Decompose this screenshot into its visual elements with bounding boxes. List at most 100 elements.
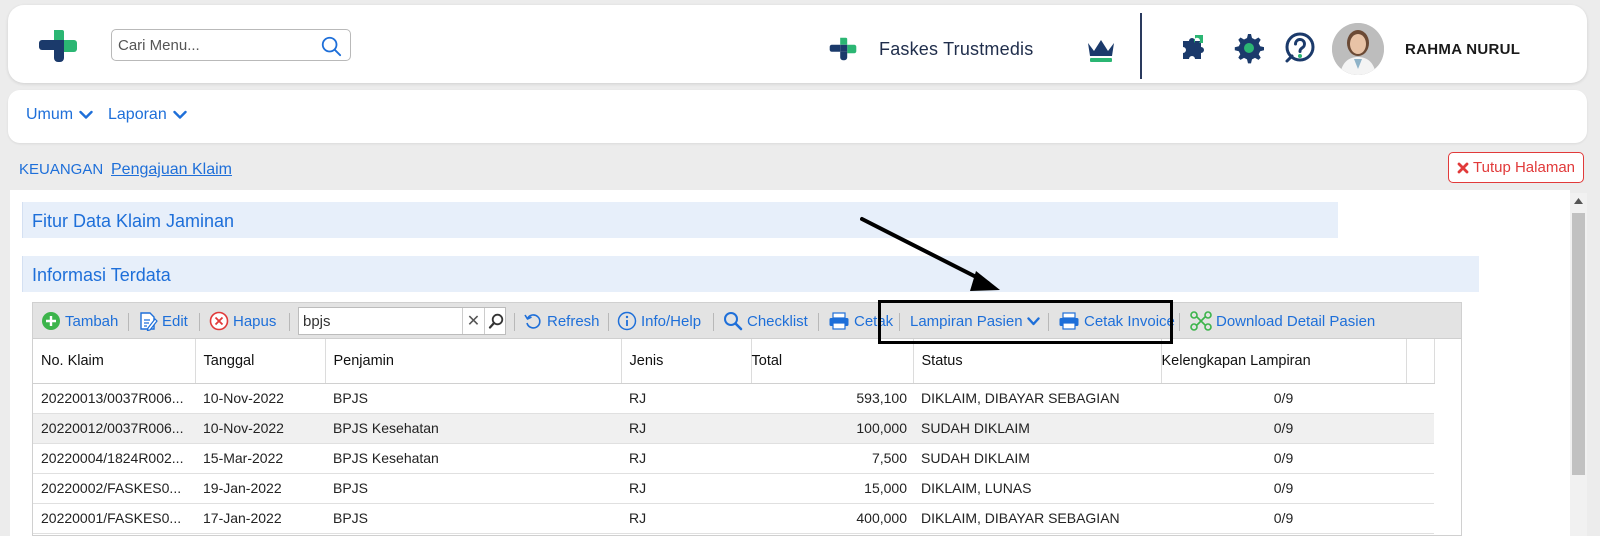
- puzzle-icon[interactable]: [1178, 33, 1208, 63]
- refresh-button-label: Refresh: [547, 312, 600, 330]
- cell-penjamin: BPJS: [325, 473, 621, 504]
- organization-name: Faskes Trustmedis: [879, 39, 1034, 59]
- table-row[interactable]: 20220001/FASKES0... 17-Jan-2022 BPJS RJ …: [33, 503, 1434, 534]
- cell-spacer: [1406, 473, 1434, 504]
- edit-button[interactable]: Edit: [138, 303, 188, 339]
- cell-tanggal: 17-Jan-2022: [195, 503, 325, 534]
- toolbar-separator: [514, 313, 515, 331]
- download-detail-button[interactable]: Download Detail Pasien: [1190, 303, 1375, 339]
- vertical-scrollbar[interactable]: [1570, 193, 1587, 536]
- feature-section-header[interactable]: Fitur Data Klaim Jaminan: [22, 202, 1338, 238]
- printer-icon: [829, 312, 849, 330]
- cell-penjamin: BPJS: [325, 503, 621, 534]
- add-circle-icon: [42, 312, 60, 330]
- crown-icon[interactable]: [1086, 37, 1116, 63]
- column-header-jenis[interactable]: Jenis: [621, 339, 752, 384]
- cell-total: 593,100: [751, 383, 913, 414]
- lampiran-pasien-dropdown[interactable]: Lampiran Pasien: [910, 303, 1040, 339]
- print-invoice-button-label: Cetak Invoice: [1084, 312, 1175, 330]
- toolbar-separator: [818, 313, 819, 331]
- cell-lampiran[interactable]: 0/9: [1161, 443, 1406, 474]
- cell-no-klaim: 20220004/1824R002...: [33, 443, 195, 474]
- cell-penjamin: BPJS Kesehatan: [325, 413, 621, 444]
- content-panel: Fitur Data Klaim Jaminan Informasi Terda…: [10, 190, 1570, 536]
- cell-no-klaim: 20220012/0037R006...: [33, 413, 195, 444]
- scroll-up-button[interactable]: [1570, 193, 1587, 209]
- info-icon: [617, 311, 637, 331]
- cell-no-klaim: 20220002/FASKES0...: [33, 473, 195, 504]
- cell-tanggal: 15-Mar-2022: [195, 443, 325, 474]
- cell-status: SUDAH DIKLAIM: [913, 413, 1161, 444]
- trustmedis-logo-icon[interactable]: [38, 28, 78, 64]
- checklist-button[interactable]: Checklist: [723, 303, 808, 339]
- table-row[interactable]: 20220002/FASKES0... 19-Jan-2022 BPJS RJ …: [33, 473, 1434, 504]
- column-header-status[interactable]: Status: [913, 339, 1162, 384]
- column-header-penjamin[interactable]: Penjamin: [325, 339, 622, 384]
- close-page-button[interactable]: Tutup Halaman: [1448, 152, 1584, 183]
- printer-icon: [1059, 312, 1079, 330]
- clear-search-button[interactable]: ✕: [462, 308, 484, 334]
- cell-penjamin: BPJS: [325, 383, 621, 414]
- chevron-down-icon: [1026, 316, 1040, 325]
- column-header-kelengkapan-lampiran[interactable]: Kelengkapan Lampiran: [1161, 339, 1407, 384]
- grid-search-box: ✕: [298, 307, 506, 335]
- toolbar-separator: [713, 313, 714, 331]
- header-divider: [1140, 13, 1142, 79]
- cell-lampiran[interactable]: 0/9: [1161, 473, 1406, 504]
- column-header-tanggal[interactable]: Tanggal: [195, 339, 326, 384]
- chevron-down-icon: [173, 110, 187, 119]
- network-download-icon: [1190, 311, 1212, 331]
- cell-tanggal: 10-Nov-2022: [195, 413, 325, 444]
- chevron-down-icon: [79, 110, 93, 119]
- breadcrumb-current[interactable]: Pengajuan Klaim: [111, 161, 232, 179]
- toolbar-separator: [199, 313, 200, 331]
- help-icon[interactable]: [1284, 32, 1316, 64]
- toolbar-separator: [1048, 313, 1049, 331]
- column-header-total[interactable]: Total: [751, 339, 914, 384]
- toolbar-separator: [899, 313, 900, 331]
- refresh-button[interactable]: Refresh: [523, 303, 600, 339]
- menu-laporan[interactable]: Laporan: [108, 106, 187, 124]
- magnifier-icon: [488, 313, 503, 329]
- faskes-logo-icon: [829, 37, 857, 61]
- menu-search-input[interactable]: [118, 35, 314, 55]
- cell-jenis: RJ: [621, 443, 751, 474]
- menu-umum-label: Umum: [26, 106, 74, 123]
- cell-spacer: [1406, 413, 1434, 444]
- info-section-header[interactable]: Informasi Terdata: [22, 256, 1479, 292]
- cell-lampiran[interactable]: 0/9: [1161, 383, 1406, 414]
- user-avatar[interactable]: [1332, 23, 1384, 75]
- cell-total: 15,000: [751, 473, 913, 504]
- cell-spacer: [1406, 503, 1434, 534]
- menu-bar: Umum Laporan: [8, 90, 1587, 143]
- gear-icon[interactable]: [1232, 32, 1264, 64]
- find-button[interactable]: [484, 308, 506, 334]
- table-row[interactable]: 20220004/1824R002... 15-Mar-2022 BPJS Ke…: [33, 443, 1434, 474]
- close-page-label: Tutup Halaman: [1473, 159, 1575, 176]
- print-invoice-button[interactable]: Cetak Invoice: [1058, 303, 1175, 339]
- info-help-button[interactable]: Info/Help: [617, 303, 701, 339]
- cell-total: 400,000: [751, 503, 913, 534]
- cell-lampiran[interactable]: 0/9: [1161, 413, 1406, 444]
- close-icon: [1457, 162, 1469, 173]
- scrollbar-thumb[interactable]: [1572, 213, 1585, 475]
- claims-table: No. Klaim Tanggal Penjamin Jenis Total S…: [33, 339, 1435, 534]
- download-detail-button-label: Download Detail Pasien: [1216, 312, 1376, 330]
- add-button[interactable]: Tambah: [41, 303, 118, 339]
- cell-status: SUDAH DIKLAIM: [913, 443, 1161, 474]
- grid-search-input[interactable]: [303, 311, 461, 331]
- print-button[interactable]: Cetak: [828, 303, 893, 339]
- delete-button[interactable]: Hapus: [209, 303, 276, 339]
- cell-jenis: RJ: [621, 503, 751, 534]
- column-header-no-klaim[interactable]: No. Klaim: [33, 339, 196, 384]
- cell-penjamin: BPJS Kesehatan: [325, 443, 621, 474]
- table-row[interactable]: 20220013/0037R006... 10-Nov-2022 BPJS RJ…: [33, 383, 1434, 414]
- user-name[interactable]: RAHMA NURUL: [1405, 41, 1520, 58]
- magnifier-icon: [724, 312, 743, 331]
- menu-umum[interactable]: Umum: [26, 106, 93, 124]
- breadcrumb-root: KEUANGAN: [19, 161, 104, 178]
- table-row[interactable]: 20220012/0037R006... 10-Nov-2022 BPJS Ke…: [33, 413, 1434, 444]
- info-help-button-label: Info/Help: [641, 312, 702, 330]
- cell-lampiran[interactable]: 0/9: [1161, 503, 1406, 534]
- search-icon[interactable]: [320, 35, 342, 57]
